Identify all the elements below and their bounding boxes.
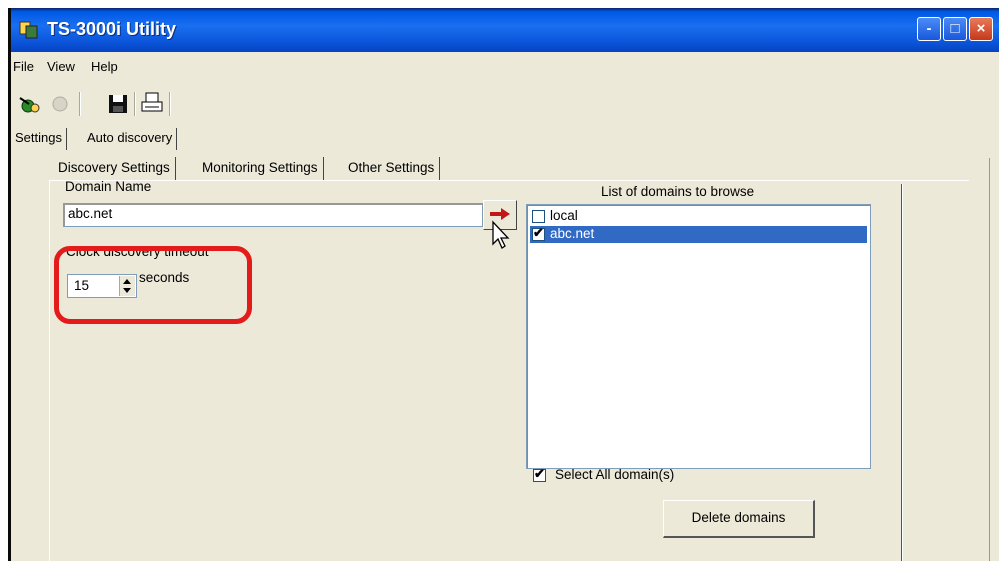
tab-other-settings[interactable]: Other Settings bbox=[343, 157, 441, 181]
disabled-icon[interactable] bbox=[47, 90, 73, 118]
list-item[interactable]: local bbox=[530, 208, 867, 225]
inner-tabs: Discovery Settings Monitoring Settings O… bbox=[53, 157, 513, 181]
domain-list[interactable]: local ✔ abc.net bbox=[526, 204, 871, 469]
print-icon[interactable] bbox=[139, 90, 165, 118]
menu-bar: File View Help bbox=[11, 56, 999, 78]
tab-settings[interactable]: Settings bbox=[11, 128, 67, 150]
checkmark-icon: ✔ bbox=[534, 466, 545, 481]
checkbox[interactable]: ✔ bbox=[533, 466, 546, 482]
discovery-icon[interactable] bbox=[17, 90, 43, 118]
maximize-button[interactable]: □ bbox=[943, 17, 967, 41]
arrow-right-icon bbox=[490, 208, 510, 220]
toolbar-separator bbox=[169, 92, 171, 116]
domain-list-title: List of domains to browse bbox=[601, 184, 755, 199]
toolbar-separator bbox=[79, 92, 81, 116]
mouse-pointer-icon bbox=[492, 220, 510, 249]
list-item[interactable]: ✔ abc.net bbox=[530, 225, 867, 243]
tab-discovery-settings[interactable]: Discovery Settings bbox=[53, 157, 176, 181]
tab-monitoring-settings[interactable]: Monitoring Settings bbox=[197, 157, 324, 181]
checkmark-icon: ✔ bbox=[533, 225, 544, 240]
title-bar[interactable]: TS-3000i Utility - □ × bbox=[11, 8, 999, 52]
app-window: TS-3000i Utility - □ × File View Help Se… bbox=[8, 8, 999, 561]
toolbar-separator bbox=[134, 92, 136, 116]
close-button[interactable]: × bbox=[969, 17, 993, 41]
list-item-label: abc.net bbox=[550, 226, 595, 241]
select-all-label: Select All domain(s) bbox=[555, 467, 675, 482]
checkbox[interactable] bbox=[532, 210, 545, 223]
toolbar bbox=[11, 90, 211, 120]
minimize-button[interactable]: - bbox=[917, 17, 941, 41]
window-edge bbox=[989, 158, 999, 561]
panel-divider bbox=[901, 184, 903, 561]
delete-domains-button[interactable]: Delete domains bbox=[663, 500, 815, 538]
domain-name-input[interactable]: abc.net bbox=[63, 203, 483, 227]
menu-help[interactable]: Help bbox=[91, 59, 118, 74]
save-icon[interactable] bbox=[105, 90, 131, 118]
select-all-checkbox[interactable]: ✔ Select All domain(s) bbox=[531, 466, 731, 486]
menu-file[interactable]: File bbox=[13, 59, 34, 74]
close-icon: × bbox=[976, 20, 986, 37]
app-icon bbox=[19, 21, 38, 39]
minimize-icon: - bbox=[926, 20, 932, 37]
domain-name-value: abc.net bbox=[68, 206, 113, 221]
menu-view[interactable]: View bbox=[47, 59, 75, 74]
domain-name-label: Domain Name bbox=[65, 179, 152, 194]
outer-tabs: Settings Auto discovery bbox=[11, 128, 311, 150]
window-title: TS-3000i Utility bbox=[47, 19, 177, 39]
checkbox[interactable]: ✔ bbox=[532, 225, 545, 241]
tab-auto-discovery[interactable]: Auto discovery bbox=[83, 128, 178, 150]
maximize-icon: □ bbox=[950, 20, 960, 37]
list-item-label: local bbox=[550, 208, 578, 223]
highlight-box bbox=[54, 246, 252, 324]
